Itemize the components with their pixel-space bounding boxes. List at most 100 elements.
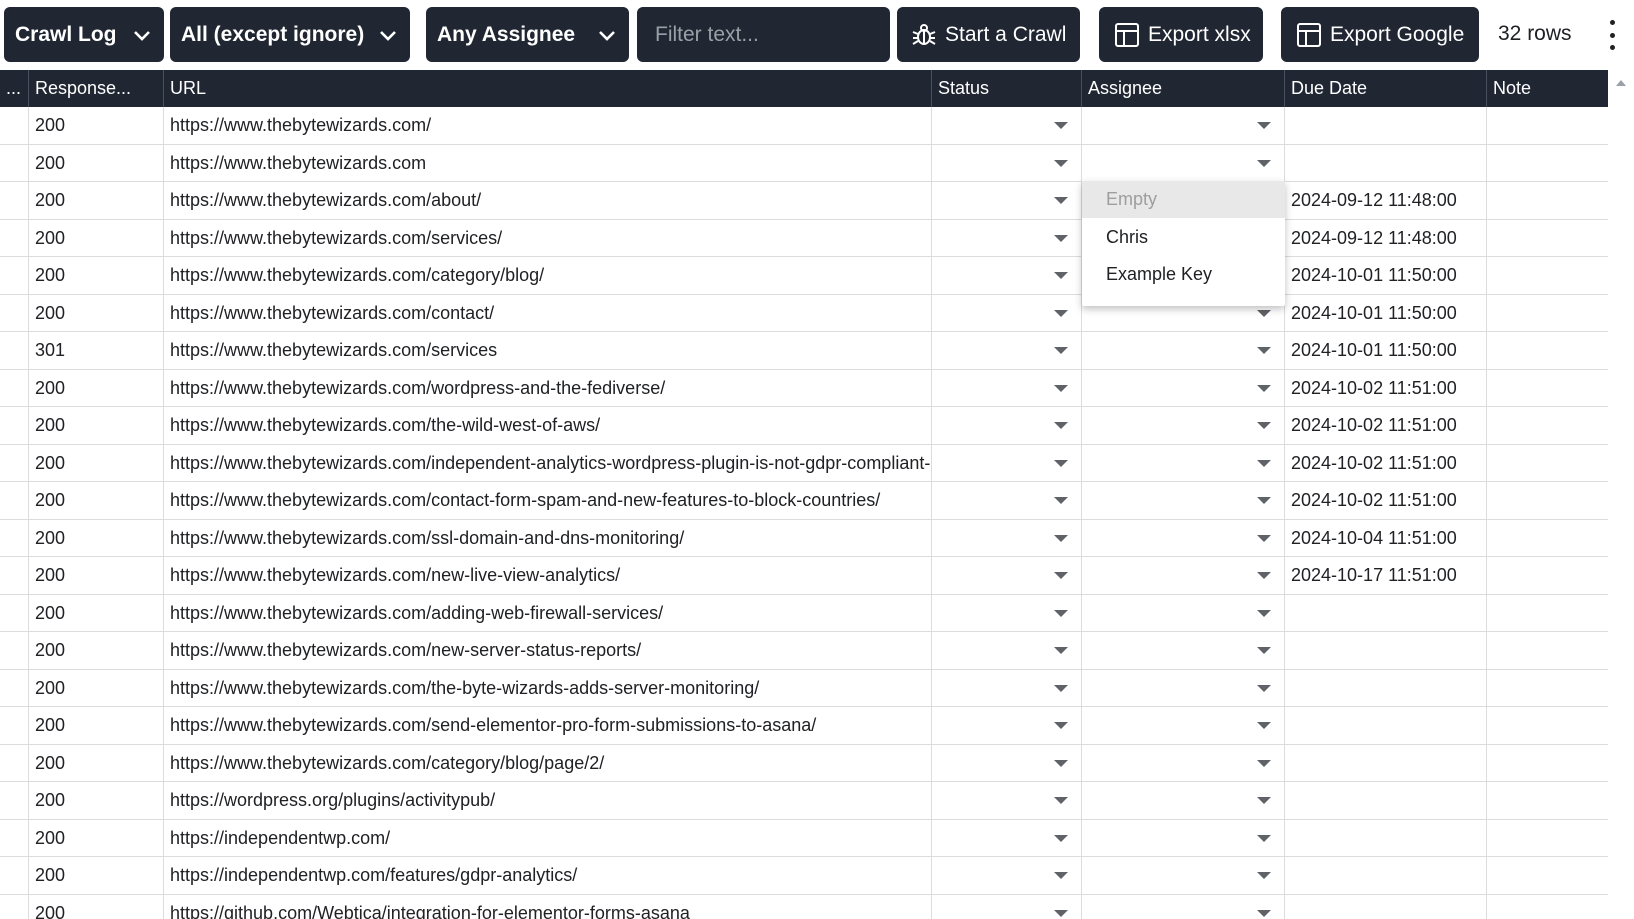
response-code-cell[interactable]: 200 [29,519,164,557]
table-row[interactable]: 200 https://www.thebytewizards.com/contac… [0,294,1608,332]
row-index-cell[interactable] [0,744,29,782]
due-date-cell[interactable]: 2024-10-02 11:51:00 [1285,407,1487,445]
status-dropdown-cell[interactable] [932,482,1082,520]
url-cell[interactable]: https://www.thebytewizards.com/new-serve… [164,632,932,670]
due-date-cell[interactable] [1285,632,1487,670]
url-cell[interactable]: https://www.thebytewizards.com/new-live-… [164,557,932,595]
column-header-note[interactable]: Note [1487,70,1608,107]
note-cell[interactable] [1487,407,1608,445]
table-row[interactable]: 200 https://www.thebytewizards.com/adding… [0,594,1608,632]
column-header-assignee[interactable]: Assignee [1082,70,1285,107]
dropdown-arrow-icon[interactable] [1257,797,1271,804]
status-dropdown-cell[interactable] [932,782,1082,820]
table-row[interactable]: 200 https://wordpress.org/plugins/activit… [0,782,1608,820]
due-date-cell[interactable]: 2024-10-02 11:51:00 [1285,482,1487,520]
assignee-dropdown-cell[interactable] [1082,594,1285,632]
status-dropdown-cell[interactable] [932,257,1082,295]
row-index-cell[interactable] [0,369,29,407]
row-index-cell[interactable] [0,332,29,370]
row-index-cell[interactable] [0,444,29,482]
dropdown-arrow-icon[interactable] [1257,534,1271,542]
dropdown-arrow-icon[interactable] [1257,159,1271,167]
note-cell[interactable] [1487,820,1608,858]
dropdown-arrow-icon[interactable] [1054,122,1068,129]
note-cell[interactable] [1487,182,1608,220]
assignee-dropdown-cell[interactable] [1082,894,1285,919]
url-cell[interactable]: https://www.thebytewizards.com/independe… [164,444,932,482]
table-row[interactable]: 200 https://www.thebytewizards.com/send-e… [0,707,1608,745]
dropdown-arrow-icon[interactable] [1054,872,1068,879]
table-row[interactable]: 200 https://www.thebytewizards.com/new-li… [0,557,1608,595]
url-cell[interactable]: https://www.thebytewizards.com/wordpress… [164,369,932,407]
response-code-cell[interactable]: 200 [29,744,164,782]
assignee-dropdown-cell[interactable] [1082,557,1285,595]
dropdown-arrow-icon[interactable] [1257,459,1271,467]
dropdown-arrow-icon[interactable] [1054,459,1068,467]
response-code-cell[interactable]: 200 [29,632,164,670]
row-index-cell[interactable] [0,782,29,820]
due-date-cell[interactable]: 2024-10-04 11:51:00 [1285,519,1487,557]
status-dropdown-cell[interactable] [932,182,1082,220]
url-cell[interactable]: https://www.thebytewizards.com/adding-we… [164,594,932,632]
table-row[interactable]: 200 https://www.thebytewizards.com/ssl-do… [0,519,1608,557]
table-row[interactable]: 200 https://www.thebytewizards.com/about/… [0,182,1608,220]
url-cell[interactable]: https://independentwp.com/ [164,819,932,857]
row-index-cell[interactable] [0,894,29,919]
due-date-cell[interactable]: 2024-10-02 11:51:00 [1285,444,1487,482]
dropdown-arrow-icon[interactable] [1257,422,1271,429]
url-cell[interactable]: https://www.thebytewizards.com/category/… [164,744,932,782]
status-dropdown-cell[interactable] [932,594,1082,632]
url-cell[interactable]: https://www.thebytewizards.com/the-wild-… [164,407,932,445]
dropdown-arrow-icon[interactable] [1257,872,1271,879]
row-index-cell[interactable] [0,407,29,445]
status-dropdown-cell[interactable] [932,669,1082,707]
dropdown-arrow-icon[interactable] [1054,309,1068,317]
row-index-cell[interactable] [0,182,29,220]
dropdown-arrow-icon[interactable] [1054,722,1068,729]
status-dropdown-cell[interactable] [932,294,1082,332]
dropdown-arrow-icon[interactable] [1257,384,1271,392]
note-cell[interactable] [1487,107,1608,145]
dropdown-arrow-icon[interactable] [1054,534,1068,542]
dropdown-arrow-icon[interactable] [1054,384,1068,392]
note-cell[interactable] [1487,557,1608,595]
note-cell[interactable] [1487,257,1608,295]
status-dropdown-cell[interactable] [932,144,1082,182]
assignee-dropdown-cell[interactable] [1082,519,1285,557]
due-date-cell[interactable]: 2024-10-01 11:50:00 [1285,332,1487,370]
table-row[interactable]: 200 https://www.thebytewizards.com/the-wi… [0,407,1608,445]
dropdown-arrow-icon[interactable] [1054,909,1068,917]
url-cell[interactable]: https://www.thebytewizards.com/contact-f… [164,482,932,520]
more-options-icon[interactable] [1600,20,1624,50]
due-date-cell[interactable]: 2024-09-12 11:48:00 [1285,219,1487,257]
response-code-cell[interactable]: 301 [29,332,164,370]
due-date-cell[interactable]: 2024-10-02 11:51:00 [1285,369,1487,407]
assignee-dropdown-cell[interactable] [1082,107,1285,145]
assignee-dropdown-cell[interactable] [1082,669,1285,707]
dropdown-arrow-icon[interactable] [1054,197,1068,204]
assignee-option-empty[interactable]: Empty [1082,181,1285,218]
table-row[interactable]: 200 https://www.thebytewizards.com/wordpr… [0,369,1608,407]
assignee-dropdown-cell[interactable] [1082,407,1285,445]
column-header-index[interactable]: ... [0,70,29,107]
url-cell[interactable]: https://github.com/Webtica/integration-f… [164,894,932,919]
url-cell[interactable]: https://www.thebytewizards.com/services [164,332,932,370]
response-code-cell[interactable]: 200 [29,594,164,632]
dropdown-arrow-icon[interactable] [1257,759,1271,767]
table-row[interactable]: 301 https://www.thebytewizards.com/servic… [0,332,1608,370]
row-index-cell[interactable] [0,557,29,595]
dropdown-arrow-icon[interactable] [1054,497,1068,504]
dropdown-arrow-icon[interactable] [1257,347,1271,354]
dropdown-arrow-icon[interactable] [1054,234,1068,242]
url-cell[interactable]: https://www.thebytewizards.com/category/… [164,257,932,295]
dropdown-arrow-icon[interactable] [1257,309,1271,317]
due-date-cell[interactable] [1285,857,1487,895]
dropdown-arrow-icon[interactable] [1054,572,1068,579]
response-code-cell[interactable]: 200 [29,407,164,445]
due-date-cell[interactable] [1285,707,1487,745]
status-dropdown-cell[interactable] [932,632,1082,670]
assignee-option-chris[interactable]: Chris [1082,219,1285,256]
status-dropdown-cell[interactable] [932,857,1082,895]
status-dropdown-cell[interactable] [932,219,1082,257]
due-date-cell[interactable] [1285,894,1487,919]
